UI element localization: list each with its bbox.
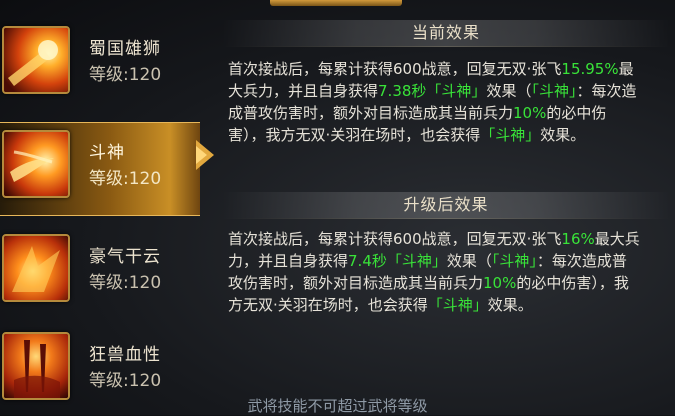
- skill-list: 蜀国雄狮 等级:120 斗神 等级:120 豪气干云 等级:120 狂兽血性 等…: [0, 0, 214, 415]
- upgraded-effect-description: 首次接战后，每累计获得600战意，回复无双·张飞16%最大兵力，并且自身获得7.…: [228, 230, 640, 314]
- blood-blades-icon: [2, 332, 70, 400]
- skill-name: 狂兽血性: [89, 345, 161, 365]
- skill-item-dou-shen[interactable]: 斗神 等级:120: [0, 122, 200, 216]
- upgraded-effect-title: 升级后效果: [222, 192, 670, 219]
- skill-level: 等级:120: [89, 273, 162, 293]
- skill-item-shu-lion[interactable]: 蜀国雄狮 等级:120: [0, 18, 200, 110]
- top-tab-edge: [270, 0, 402, 6]
- roaring-lion-fire-icon: [2, 26, 70, 94]
- skill-level: 等级:120: [89, 169, 162, 189]
- current-effect-title: 当前效果: [222, 20, 670, 47]
- skill-name: 豪气干云: [89, 247, 161, 267]
- skill-name: 蜀国雄狮: [89, 39, 161, 59]
- skill-name: 斗神: [89, 143, 125, 163]
- skill-item-hao-qi[interactable]: 豪气干云 等级:120: [0, 226, 200, 318]
- flame-burst-icon: [2, 234, 70, 302]
- flame-comet-icon: [2, 130, 70, 198]
- current-effect-description: 首次接战后，每累计获得600战意，回复无双·张飞15.95%最大兵力，并且自身获…: [228, 60, 637, 144]
- skill-detail-panel: 当前效果 首次接战后，每累计获得600战意，回复无双·张飞15.95%最大兵力，…: [222, 18, 670, 415]
- skill-level: 等级:120: [89, 371, 162, 391]
- level-cap-notice: 武将技能不可超过武将等级: [247, 397, 428, 415]
- skill-level: 等级:120: [89, 65, 162, 85]
- selected-arrow-icon: [196, 140, 214, 170]
